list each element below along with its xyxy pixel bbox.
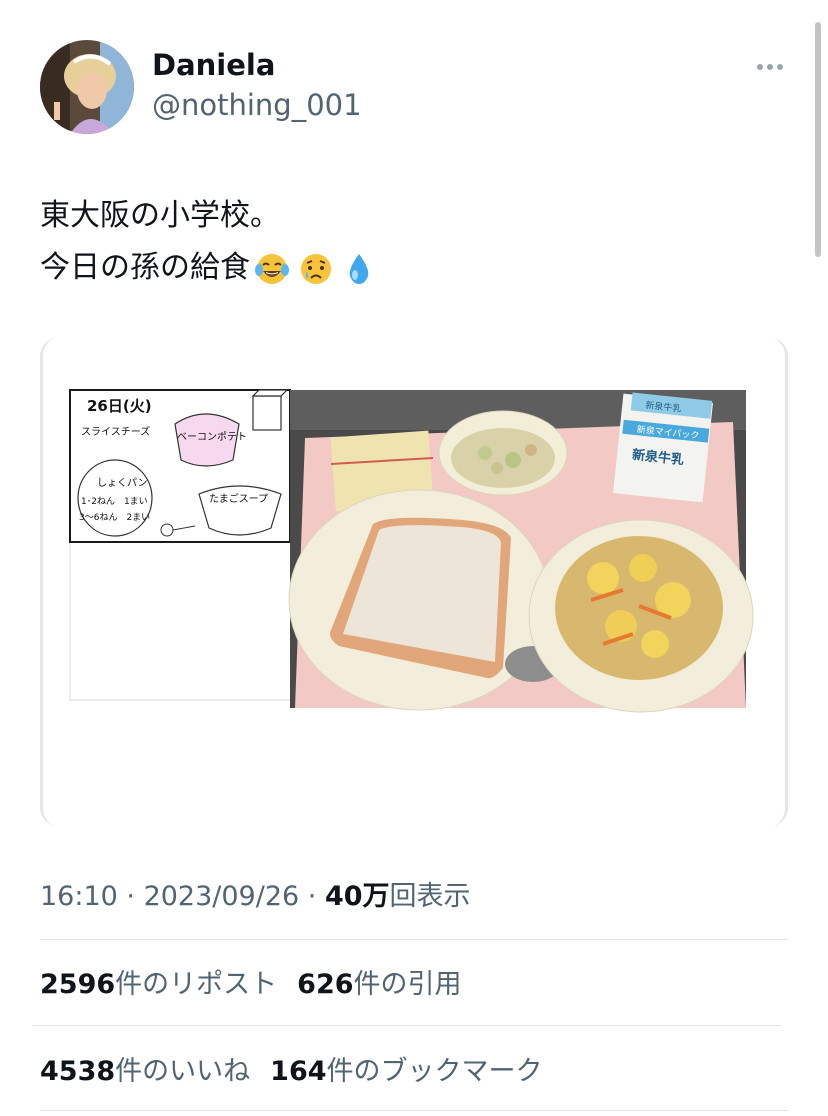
tweet-date[interactable]: 2023/09/26 (144, 881, 300, 912)
menu-bread-note-2: 3〜6ねん 2まい (79, 512, 150, 523)
quotes-count: 626 (297, 969, 354, 1000)
tweet-text: 東大阪の小学校。 今日の孫の給食 (40, 190, 780, 294)
quotes-label: 件の引用 (353, 969, 462, 1000)
tweet-line-1: 東大阪の小学校。 (40, 198, 280, 233)
menu-potato: ベーコンポテト (177, 431, 247, 443)
views-count: 40万 (324, 881, 390, 912)
menu-bread: しょくパン (97, 477, 148, 489)
tweet-line-2-text: 今日の孫の給食 (40, 250, 250, 285)
reposts-link[interactable]: 2596件のリポスト (40, 969, 277, 1000)
display-name[interactable]: Daniela (152, 48, 275, 82)
reposts-count: 2596 (40, 969, 116, 1000)
user-handle[interactable]: @nothing_001 (152, 88, 362, 122)
tweet-line-2: 今日の孫の給食 (40, 242, 780, 294)
menu-soup: たまごスープ (209, 492, 268, 505)
more-dot-icon (757, 64, 763, 70)
reposts-label: 件のリポスト (115, 969, 278, 1000)
avatar[interactable] (40, 40, 134, 134)
bookmarks-link[interactable]: 164件のブックマーク (270, 1056, 542, 1087)
more-dot-icon (767, 64, 773, 70)
scrollbar[interactable] (815, 22, 821, 257)
avatar-photo (40, 40, 134, 134)
media-card[interactable]: 26日(火) スライスチーズ ベーコンポテト しょくパン 1･2ねん 1まい 3… (40, 338, 788, 826)
like-bookmark-stats: 4538件のいいね 164件のブックマーク (40, 1049, 543, 1088)
meta-separator: · (117, 881, 144, 912)
divider (32, 1025, 782, 1026)
droplet-icon (349, 253, 369, 284)
repost-quote-stats: 2596件のリポスト 626件の引用 (40, 962, 462, 1001)
menu-date: 26日(火) (87, 397, 152, 415)
tweet-time[interactable]: 16:10 (40, 881, 118, 912)
lunch-photo: 26日(火) スライスチーズ ベーコンポテト しょくパン 1･2ねん 1まい 3… (69, 389, 754, 713)
views-label: 回表示 (389, 881, 471, 912)
bookmarks-label: 件のブックマーク (326, 1056, 543, 1087)
likes-count: 4538 (40, 1056, 116, 1087)
divider (40, 1110, 788, 1111)
crying-face-icon (301, 253, 331, 284)
meta-separator: · (299, 881, 325, 912)
likes-label: 件のいいね (115, 1056, 251, 1087)
tweet-meta: 16:10 · 2023/09/26 · 40万回表示 (40, 874, 471, 913)
face-with-tears-of-joy-icon (255, 253, 289, 284)
quotes-link[interactable]: 626件の引用 (297, 969, 461, 1000)
likes-link[interactable]: 4538件のいいね (40, 1056, 250, 1087)
more-options-button[interactable] (750, 52, 790, 82)
menu-bread-note-1: 1･2ねん 1まい (81, 496, 148, 507)
more-dot-icon (777, 64, 783, 70)
divider (40, 939, 788, 940)
menu-cheese: スライスチーズ (81, 425, 150, 438)
bookmarks-count: 164 (270, 1056, 327, 1087)
